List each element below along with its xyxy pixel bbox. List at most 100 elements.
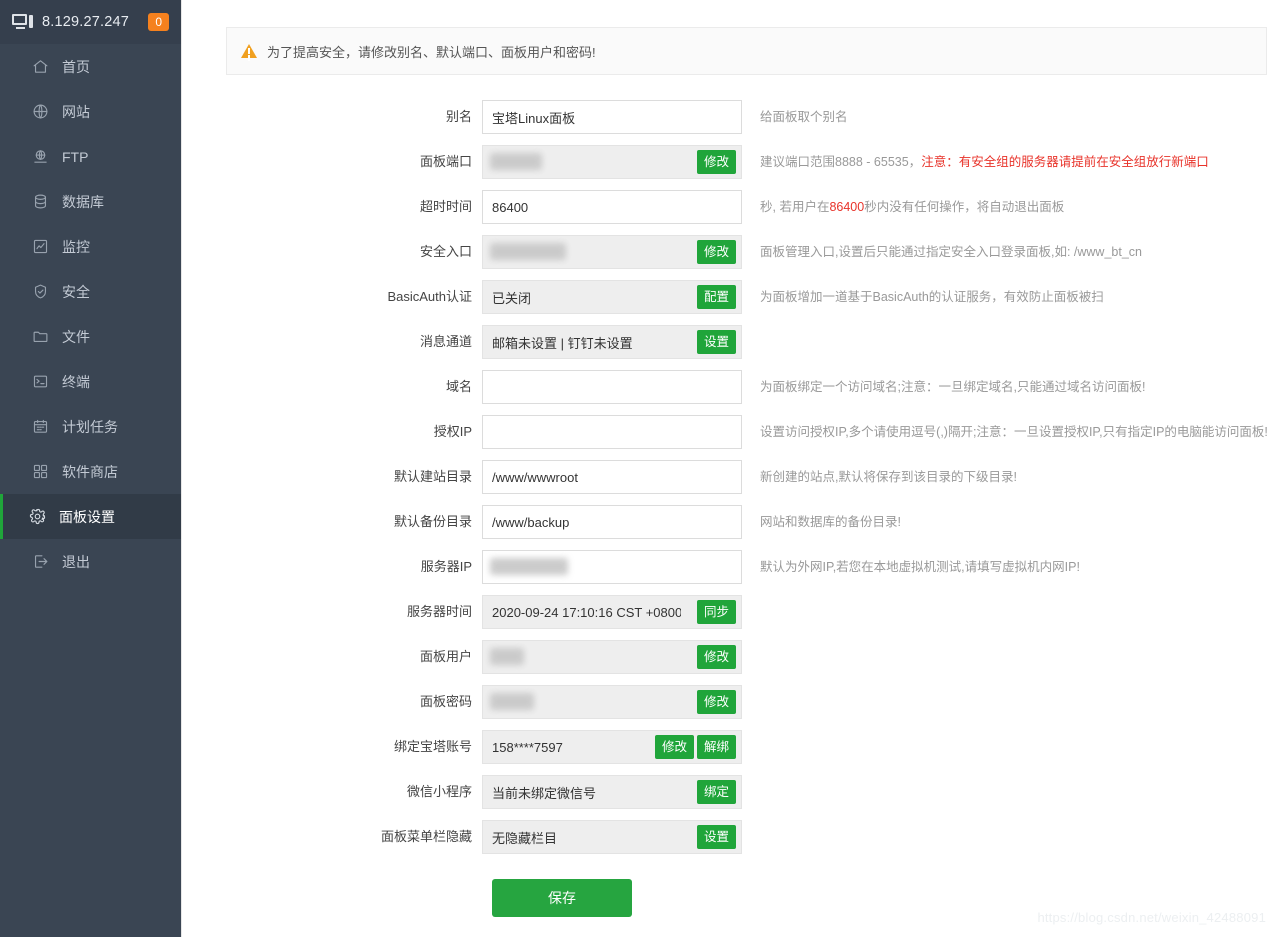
field-wrapper: 设置 [482, 820, 742, 854]
field-hint: 为面板绑定一个访问域名;注意：一旦绑定域名,只能通过域名访问面板! [760, 380, 1146, 394]
field-label: BasicAuth认证 [387, 289, 472, 304]
logout-icon [31, 553, 49, 571]
sidebar-item-1[interactable]: 网站 [0, 89, 181, 134]
shield-icon [31, 283, 49, 301]
field-label: 超时时间 [419, 199, 472, 214]
redacted-value [490, 648, 524, 665]
input-7[interactable] [482, 415, 742, 449]
sidebar-item-7[interactable]: 终端 [0, 359, 181, 404]
field-label: 默认备份目录 [393, 514, 472, 529]
field-action-button[interactable]: 修改 [696, 150, 736, 174]
field-action-button[interactable]: 同步 [696, 600, 736, 624]
sidebar-item-label: FTP [62, 148, 89, 165]
field-hint: 设置访问授权IP,多个请使用逗号(,)隔开;注意：一旦设置授权IP,只有指定IP… [760, 425, 1268, 439]
sidebar-item-label: 计划任务 [62, 418, 118, 435]
field-action-button[interactable]: 绑定 [696, 780, 736, 804]
monitor-icon [12, 14, 34, 30]
main-content: 为了提高安全，请修改别名、默认端口、面板用户和密码! 别名 给面板取个别名面板端口… [181, 0, 1280, 937]
form-row: 微信小程序 绑定 [182, 775, 1280, 820]
terminal-icon [31, 373, 49, 391]
field-wrapper: 配置 [482, 280, 742, 314]
form-row: 超时时间 秒, 若用户在86400秒内没有任何操作，将自动退出面板 [182, 190, 1280, 235]
watermark: https://blog.csdn.net/weixin_42488091 [1037, 910, 1266, 925]
sidebar-item-label: 网站 [62, 103, 90, 120]
field-hint: 默认为外网IP,若您在本地虚拟机测试,请填写虚拟机内网IP! [760, 560, 1080, 574]
field-action-button[interactable]: 配置 [696, 285, 736, 309]
field-hint: 秒, 若用户在86400秒内没有任何操作，将自动退出面板 [760, 200, 1065, 214]
field-hint: 给面板取个别名 [760, 110, 848, 124]
sidebar-item-9[interactable]: 软件商店 [0, 449, 181, 494]
grid-icon [31, 463, 49, 481]
globe-icon [31, 103, 49, 121]
form-row: 服务器时间 同步 [182, 595, 1280, 640]
field-label: 面板用户 [419, 649, 472, 664]
form-row: 默认建站目录 新创建的站点,默认将保存到该目录的下级目录! [182, 460, 1280, 505]
sidebar-item-label: 监控 [62, 238, 90, 255]
field-label: 域名 [445, 379, 472, 394]
field-label: 默认建站目录 [393, 469, 472, 484]
input-2[interactable] [482, 190, 742, 224]
field-wrapper [482, 550, 742, 584]
server-ip-label: 8.129.27.247 [42, 14, 130, 30]
field-label: 绑定宝塔账号 [393, 739, 472, 754]
field-label: 面板菜单栏隐藏 [380, 829, 472, 844]
database-icon [31, 193, 49, 211]
save-button[interactable]: 保存 [492, 879, 632, 917]
field-wrapper [482, 415, 742, 449]
field-wrapper: 绑定 [482, 775, 742, 809]
input-0[interactable] [482, 100, 742, 134]
field-wrapper: 修改 [482, 235, 742, 269]
sidebar-item-4[interactable]: 监控 [0, 224, 181, 269]
sidebar-item-11[interactable]: 退出 [0, 539, 181, 584]
input-9[interactable] [482, 505, 742, 539]
field-label: 授权IP [433, 424, 472, 439]
security-warning-text: 为了提高安全，请修改别名、默认端口、面板用户和密码! [267, 44, 596, 60]
sidebar-item-active-10[interactable]: 面板设置 [0, 494, 181, 539]
form-row: 面板菜单栏隐藏 设置 [182, 820, 1280, 865]
field-action-button[interactable]: 修改 [696, 240, 736, 264]
sidebar-item-3[interactable]: 数据库 [0, 179, 181, 224]
field-action-button[interactable]: 解绑 [696, 735, 736, 759]
field-label: 消息通道 [419, 334, 472, 349]
field-hint: 新创建的站点,默认将保存到该目录的下级目录! [760, 470, 1017, 484]
form-row: 默认备份目录 网站和数据库的备份目录! [182, 505, 1280, 550]
redacted-value [490, 693, 534, 710]
field-hint: 网站和数据库的备份目录! [760, 515, 901, 529]
field-action-button[interactable]: 修改 [654, 735, 694, 759]
sidebar-item-2[interactable]: FTP [0, 134, 181, 179]
input-8[interactable] [482, 460, 742, 494]
redacted-value [490, 153, 542, 170]
calendar-icon [31, 418, 49, 436]
sidebar-item-label: 数据库 [62, 193, 104, 210]
input-6[interactable] [482, 370, 742, 404]
form-row: 面板密码 修改 [182, 685, 1280, 730]
folder-icon [31, 328, 49, 346]
redacted-value [490, 558, 568, 575]
field-wrapper [482, 505, 742, 539]
app-root: 8.129.27.247 0 首页网站 FTP 数据库监控安全文件终端计划任务软件商… [0, 0, 1280, 937]
gear-icon [28, 508, 46, 526]
sidebar-item-label: 退出 [62, 553, 90, 570]
sidebar-item-label: 安全 [62, 283, 90, 300]
warning-triangle-icon [241, 44, 257, 58]
field-wrapper: 修改 [482, 640, 742, 674]
field-hint: 建议端口范围8888 - 65535，注意：有安全组的服务器请提前在安全组放行新… [760, 155, 1209, 169]
sidebar-item-5[interactable]: 安全 [0, 269, 181, 314]
field-wrapper [482, 460, 742, 494]
field-action-button[interactable]: 修改 [696, 645, 736, 669]
form-row: 服务器IP 默认为外网IP,若您在本地虚拟机测试,请填写虚拟机内网IP! [182, 550, 1280, 595]
sidebar-item-6[interactable]: 文件 [0, 314, 181, 359]
notification-badge[interactable]: 0 [148, 13, 169, 31]
sidebar-item-label: 终端 [62, 373, 90, 390]
home-icon [31, 58, 49, 76]
form-row: 面板用户 修改 [182, 640, 1280, 685]
field-action-button[interactable]: 修改 [696, 690, 736, 714]
sidebar-item-label: 软件商店 [62, 463, 118, 480]
form-row: 消息通道 设置 [182, 325, 1280, 370]
field-action-button[interactable]: 设置 [696, 825, 736, 849]
field-action-button[interactable]: 设置 [696, 330, 736, 354]
sidebar-item-0[interactable]: 首页 [0, 44, 181, 89]
sidebar-item-label: 面板设置 [59, 508, 115, 525]
field-wrapper: 设置 [482, 325, 742, 359]
sidebar-item-8[interactable]: 计划任务 [0, 404, 181, 449]
